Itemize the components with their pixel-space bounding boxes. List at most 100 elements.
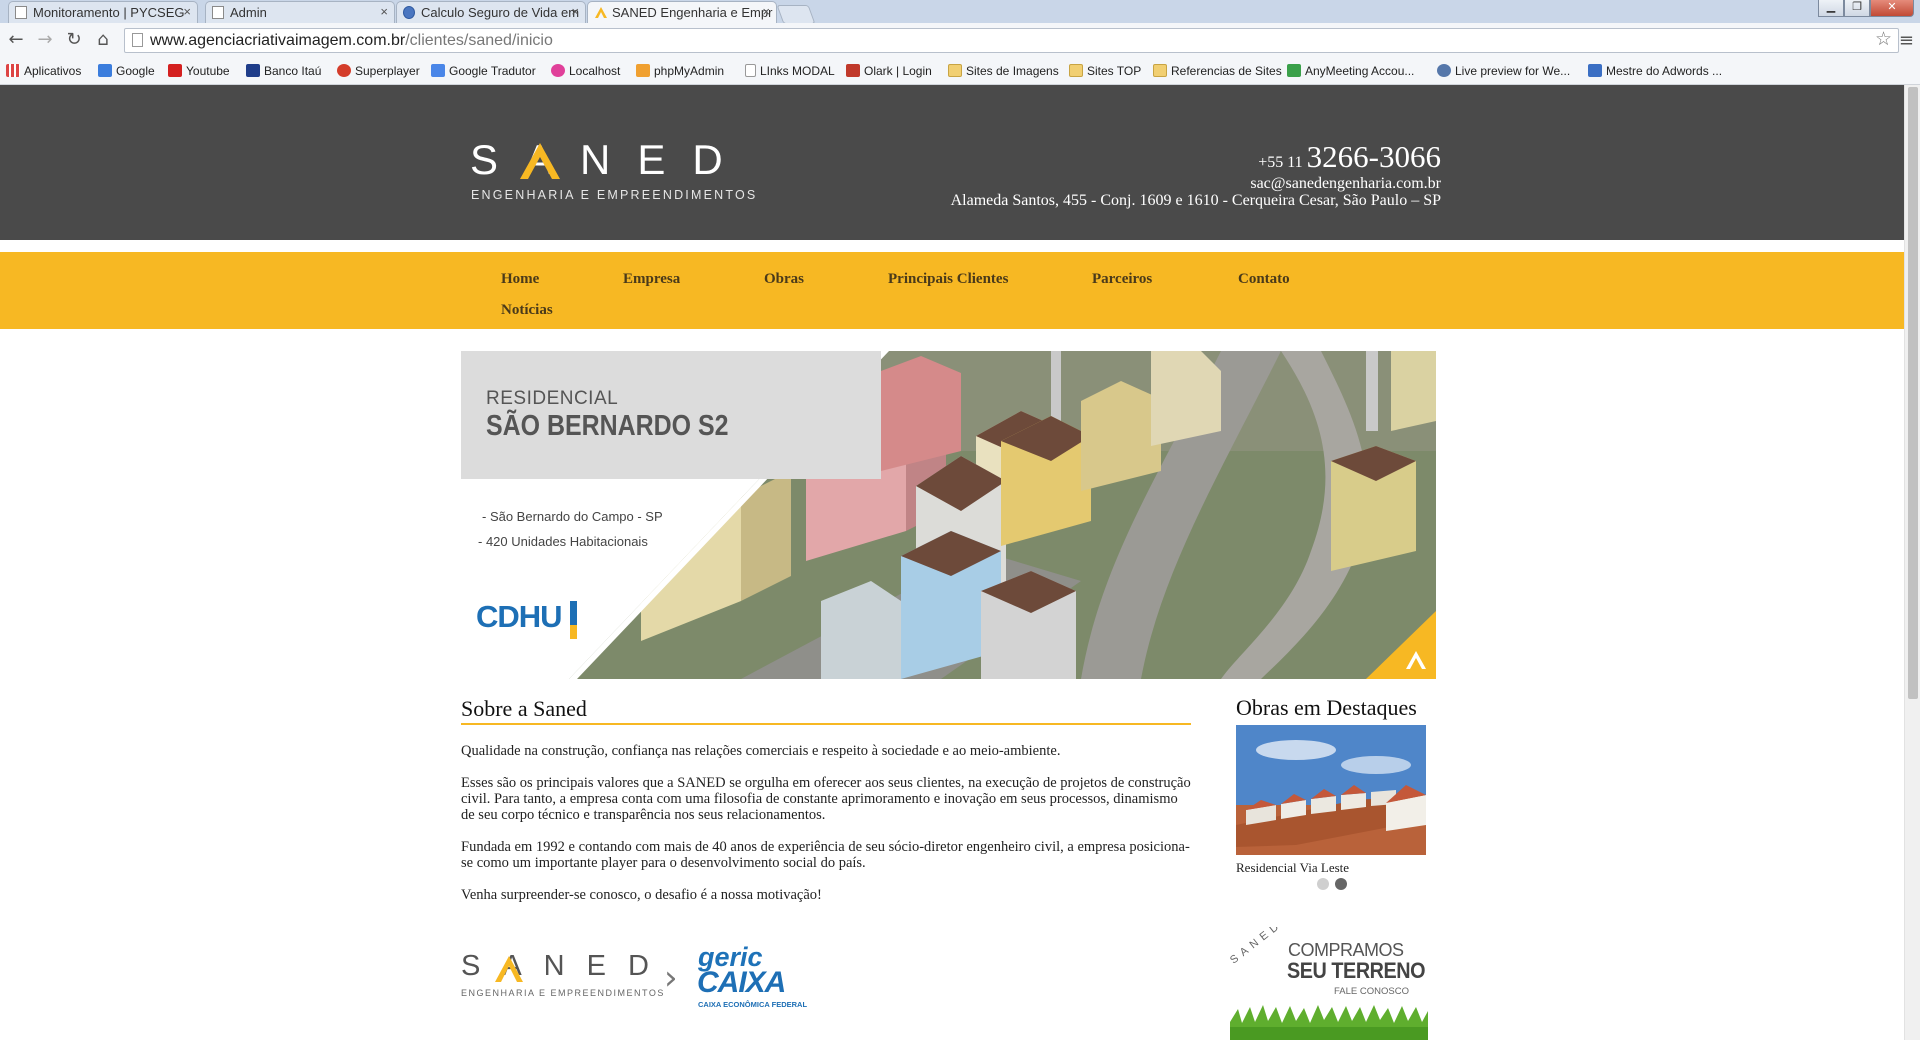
bookmark-google[interactable]: Google xyxy=(98,64,155,78)
nav-noticias[interactable]: Notícias xyxy=(501,302,553,319)
nav-parceiros[interactable]: Parceiros xyxy=(1092,271,1152,288)
bookmark-anymeeting[interactable]: AnyMeeting Accou... xyxy=(1287,64,1414,78)
reload-icon[interactable]: ↻ xyxy=(63,29,85,51)
bookmark-label: Mestre do Adwords ... xyxy=(1606,64,1723,78)
tab-saned[interactable]: SANED Engenharia e Empr × xyxy=(587,1,777,23)
bookmark-youtube[interactable]: Youtube xyxy=(168,64,230,78)
cdhu-logo-mark-icon xyxy=(570,601,577,639)
new-tab-button[interactable] xyxy=(776,5,816,24)
bookmark-mestre-adwords[interactable]: Mestre do Adwords ... xyxy=(1588,64,1722,78)
logo-wordmark: SANED xyxy=(470,136,750,183)
maximize-button[interactable]: ❐ xyxy=(1844,0,1870,17)
bookmark-aplicativos[interactable]: Aplicativos xyxy=(6,64,81,78)
nav-home[interactable]: Home xyxy=(501,271,539,288)
phone: +55 11 3266-3066 xyxy=(951,139,1441,175)
email-address[interactable]: sac@sanedengenharia.com.br xyxy=(951,176,1441,192)
folder-icon xyxy=(1153,64,1167,77)
bookmark-localhost[interactable]: Localhost xyxy=(551,64,620,78)
bookmark-label: AnyMeeting Accou... xyxy=(1305,64,1415,78)
about-paragraph: Venha surpreender-se conosco, o desafio … xyxy=(461,887,822,903)
nav-contato[interactable]: Contato xyxy=(1238,271,1290,288)
phone-number: 3266-3066 xyxy=(1306,139,1441,174)
chrome-menu-icon[interactable]: ≡ xyxy=(1899,30,1914,51)
bookmark-banco-itau[interactable]: Banco Itaú xyxy=(246,64,321,78)
header-contact: +55 11 3266-3066 sac@sanedengenharia.com… xyxy=(951,139,1441,209)
tab-title: Monitoramento | PYCSEG xyxy=(33,5,185,20)
saned-a-mark-icon xyxy=(495,956,523,982)
itau-icon xyxy=(246,64,260,77)
home-icon[interactable]: ⌂ xyxy=(92,29,114,51)
address-bar[interactable]: www.agenciacriativaimagem.com.br/cliente… xyxy=(124,28,1899,53)
folder-icon xyxy=(1069,64,1083,77)
slider-dot-2[interactable] xyxy=(1335,878,1347,890)
back-arrow-icon[interactable]: ← xyxy=(5,29,27,51)
terreno-line2: SEU TERRENO xyxy=(1287,958,1426,983)
about-paragraph: Esses são os principais valores que a SA… xyxy=(461,775,1191,823)
close-window-button[interactable]: ✕ xyxy=(1870,0,1914,17)
caixa-logo-subtitle: CAIXA ECONÔMICA FEDERAL xyxy=(698,1000,808,1009)
tab-close-icon[interactable]: × xyxy=(762,4,770,19)
bookmark-label: Sites de Imagens xyxy=(966,64,1059,78)
bookmark-label: Sites TOP xyxy=(1087,64,1142,78)
saned-logo-icon xyxy=(594,6,607,19)
bookmark-label: phpMyAdmin xyxy=(654,64,725,78)
featured-project-caption[interactable]: Residencial Via Leste xyxy=(1236,860,1349,876)
bookmark-label: Referencias de Sites xyxy=(1171,64,1282,78)
partner-logos: SANED ENGENHARIA E EMPREENDIMENTOS › ger… xyxy=(461,942,861,1040)
logo-tagline: ENGENHARIA E EMPREENDIMENTOS xyxy=(471,188,758,202)
tab-close-icon[interactable]: × xyxy=(380,4,388,19)
olark-icon xyxy=(846,64,860,77)
bookmark-label: Youtube xyxy=(186,64,230,78)
bookmark-label: Banco Itaú xyxy=(264,64,322,78)
nav-principais-clientes[interactable]: Principais Clientes xyxy=(888,271,1008,288)
tab-monitoramento[interactable]: Monitoramento | PYCSEG × xyxy=(8,1,198,23)
main-navigation: Home Empresa Obras Principais Clientes P… xyxy=(0,252,1904,329)
nav-obras[interactable]: Obras xyxy=(764,271,804,288)
bookmark-referencias[interactable]: Referencias de Sites xyxy=(1153,64,1282,78)
slider-dot-1[interactable] xyxy=(1317,878,1329,890)
tab-close-icon[interactable]: × xyxy=(571,4,579,19)
bookmark-star-icon[interactable]: ☆ xyxy=(1875,28,1892,51)
bookmark-label: Live preview for We... xyxy=(1455,64,1571,78)
superplayer-icon xyxy=(337,64,351,77)
livepreview-icon xyxy=(1437,64,1451,77)
bookmark-olark[interactable]: Olark | Login xyxy=(846,64,932,78)
url-path: /clientes/saned/inicio xyxy=(405,32,553,49)
youtube-icon xyxy=(168,64,182,77)
bookmark-label: Superplayer xyxy=(355,64,420,78)
bookmark-sites-de-imagens[interactable]: Sites de Imagens xyxy=(948,64,1059,78)
minimize-button[interactable]: ▁ xyxy=(1818,0,1844,17)
google-icon xyxy=(98,64,112,77)
saned-logo[interactable]: SANED ENGENHARIA E EMPREENDIMENTOS xyxy=(470,135,755,202)
globe-icon xyxy=(403,6,415,19)
logo-a-mark-icon xyxy=(520,143,560,179)
compramos-terreno-banner[interactable]: SANED COMPRAMOS SEU TERRENO FALE CONOSCO xyxy=(1230,927,1428,1040)
bookmark-phpmyadmin[interactable]: phpMyAdmin xyxy=(636,64,724,78)
tab-close-icon[interactable]: × xyxy=(183,4,191,19)
phpmyadmin-icon xyxy=(636,64,650,77)
bookmark-label: LInks MODAL xyxy=(760,64,835,78)
featured-project-photo[interactable] xyxy=(1236,725,1426,855)
scrollbar-thumb[interactable] xyxy=(1908,87,1918,699)
bookmark-label: Google Tradutor xyxy=(449,64,536,78)
page-scrollbar[interactable] xyxy=(1904,85,1920,1040)
about-paragraph: Qualidade na construção, confiança nas r… xyxy=(461,743,1061,759)
translate-icon xyxy=(431,64,445,77)
tab-admin[interactable]: Admin × xyxy=(205,1,395,23)
bookmark-superplayer[interactable]: Superplayer xyxy=(337,64,420,78)
cdhu-logo: CDHU xyxy=(476,599,563,634)
nav-empresa[interactable]: Empresa xyxy=(623,271,680,288)
bookmark-google-tradutor[interactable]: Google Tradutor xyxy=(431,64,536,78)
hero-banner[interactable]: RESIDENCIAL SÃO BERNARDO S2 - São Bernar… xyxy=(461,351,1436,679)
banner-title: SÃO BERNARDO S2 xyxy=(486,410,729,442)
tab-title: Admin xyxy=(230,5,267,20)
bookmark-links-modal[interactable]: LInks MODAL xyxy=(745,64,835,78)
bookmark-live-preview[interactable]: Live preview for We... xyxy=(1437,64,1570,78)
tab-calculo-seguro[interactable]: Calculo Seguro de Vida em × xyxy=(396,1,586,23)
forward-arrow-icon[interactable]: → xyxy=(34,29,56,51)
featured-projects-title: Obras em Destaques xyxy=(1236,695,1417,720)
banner-pretitle: RESIDENCIAL xyxy=(486,388,619,409)
localhost-icon xyxy=(551,64,565,77)
bookmark-sites-top[interactable]: Sites TOP xyxy=(1069,64,1141,78)
page-icon xyxy=(745,64,756,77)
